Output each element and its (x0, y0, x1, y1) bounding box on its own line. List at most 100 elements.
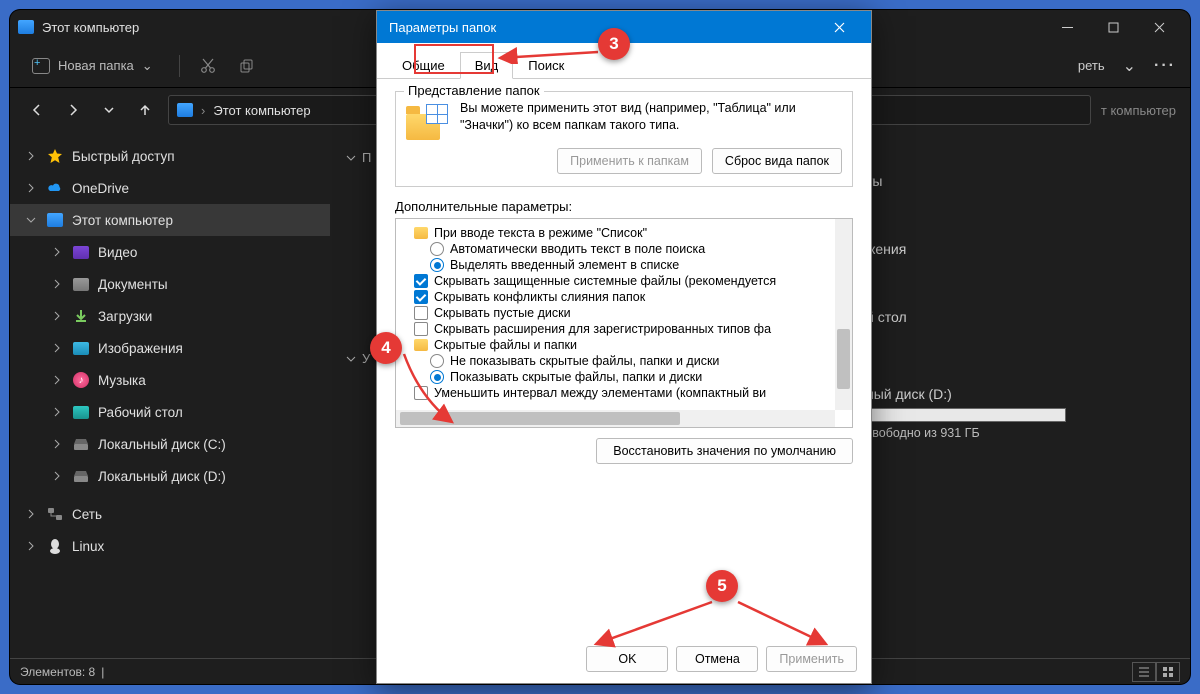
horizontal-scrollbar[interactable] (396, 410, 835, 427)
radio[interactable] (430, 242, 444, 256)
sidebar-item-documents[interactable]: Документы (10, 268, 330, 300)
dialog-body: Представление папок Вы можете применить … (377, 79, 871, 476)
new-folder-button[interactable]: Новая папка ⌄ (24, 54, 161, 78)
tree-item-label: Скрывать конфликты слияния папок (434, 290, 645, 304)
tab-general[interactable]: Общие (387, 52, 460, 79)
nav-history-button[interactable] (96, 97, 122, 123)
checkbox[interactable] (414, 306, 428, 320)
sidebar-label: Локальный диск (C:) (98, 437, 226, 452)
nav-back-button[interactable] (24, 97, 50, 123)
pc-icon (47, 213, 63, 227)
radio[interactable] (430, 370, 444, 384)
sidebar-item-music[interactable]: ♪ Музыка (10, 364, 330, 396)
callout-5: 5 (706, 570, 738, 602)
sidebar-item-drive-c[interactable]: Локальный диск (C:) (10, 428, 330, 460)
sidebar-item-quickaccess[interactable]: Быстрый доступ (10, 140, 330, 172)
checkbox[interactable] (414, 322, 428, 336)
maximize-button[interactable] (1090, 11, 1136, 43)
sidebar-label: Видео (98, 245, 137, 260)
tree-item-label: Скрывать расширения для зарегистрированн… (434, 322, 771, 336)
sidebar-label: Рабочий стол (98, 405, 183, 420)
nav-forward-button[interactable] (60, 97, 86, 123)
folder-views-group: Представление папок Вы можете применить … (395, 91, 853, 187)
restore-defaults-button[interactable]: Восстановить значения по умолчанию (596, 438, 853, 464)
view-icons-button[interactable] (1156, 662, 1180, 682)
sidebar-item-pictures[interactable]: Изображения (10, 332, 330, 364)
pc-icon (177, 103, 193, 117)
tree-item-label: При вводе текста в режиме "Список" (434, 226, 647, 240)
tree-item-label: Скрывать пустые диски (434, 306, 571, 320)
tree-item[interactable]: Скрывать защищенные системные файлы (рек… (400, 273, 848, 289)
folder-views-text: Вы можете применить этот вид (например, … (460, 100, 842, 134)
checkbox[interactable] (414, 386, 428, 400)
search-placeholder-partial[interactable]: т компьютер (1101, 103, 1176, 118)
sidebar-item-thispc[interactable]: Этот компьютер (10, 204, 330, 236)
checkbox[interactable] (414, 290, 428, 304)
sidebar-item-linux[interactable]: Linux (10, 530, 330, 562)
sidebar-item-drive-d[interactable]: Локальный диск (D:) (10, 460, 330, 492)
tree-item[interactable]: Показывать скрытые файлы, папки и диски (400, 369, 848, 385)
tree-item[interactable]: Автоматически вводить текст в поле поиск… (400, 241, 848, 257)
linux-icon (46, 538, 64, 554)
view-label-partial[interactable]: реть (1078, 58, 1105, 73)
window-title: Этот компьютер (42, 20, 139, 35)
tree-item-label: Не показывать скрытые файлы, папки и дис… (450, 354, 719, 368)
desktop-icon (73, 406, 89, 419)
item-count: Элементов: 8 (20, 665, 95, 679)
radio[interactable] (430, 354, 444, 368)
cloud-icon (46, 180, 64, 196)
tree-item[interactable]: Выделять введенный элемент в списке (400, 257, 848, 273)
sidebar-label: Linux (72, 539, 104, 554)
sidebar-label: Сеть (72, 507, 102, 522)
chevron-down-icon: ⌄ (142, 58, 153, 74)
tree-item[interactable]: Уменьшить интервал между элементами (ком… (400, 385, 848, 401)
new-folder-icon (32, 58, 50, 74)
apply-to-folders-button[interactable]: Применить к папкам (557, 148, 702, 174)
tree-item[interactable]: Скрытые файлы и папки (400, 337, 848, 353)
tree-item-label: Уменьшить интервал между элементами (ком… (434, 386, 766, 400)
dialog-title: Параметры папок (389, 20, 496, 35)
tab-view[interactable]: Вид (460, 52, 514, 79)
checkbox[interactable] (414, 274, 428, 288)
advanced-label: Дополнительные параметры: (395, 199, 853, 214)
cut-icon[interactable] (198, 56, 218, 76)
sidebar-item-network[interactable]: Сеть (10, 498, 330, 530)
vertical-scrollbar[interactable] (835, 219, 852, 410)
reset-folders-button[interactable]: Сброс вида папок (712, 148, 842, 174)
advanced-settings-tree[interactable]: При вводе текста в режиме "Список"Автома… (395, 218, 853, 428)
more-button[interactable]: ··· (1154, 57, 1176, 75)
tab-search[interactable]: Поиск (513, 52, 579, 79)
tree-item[interactable]: Не показывать скрытые файлы, папки и дис… (400, 353, 848, 369)
ok-button[interactable]: OK (586, 646, 668, 672)
download-icon (72, 308, 90, 324)
cancel-button[interactable]: Отмена (676, 646, 758, 672)
apply-button[interactable]: Применить (766, 646, 857, 672)
new-folder-label: Новая папка (58, 58, 134, 73)
folder-icon[interactable] (414, 339, 428, 351)
tree-item[interactable]: Скрывать конфликты слияния папок (400, 289, 848, 305)
sidebar-item-downloads[interactable]: Загрузки (10, 300, 330, 332)
sidebar-item-onedrive[interactable]: OneDrive (10, 172, 330, 204)
tree-item[interactable]: Скрывать расширения для зарегистрированн… (400, 321, 848, 337)
sidebar-label: Быстрый доступ (72, 149, 175, 164)
copy-icon[interactable] (236, 56, 256, 76)
radio[interactable] (430, 258, 444, 272)
sidebar-label: Загрузки (98, 309, 152, 324)
sidebar-label: Локальный диск (D:) (98, 469, 226, 484)
sidebar: Быстрый доступ OneDrive Этот компьютер В… (10, 132, 330, 658)
sidebar-label: Этот компьютер (72, 213, 173, 228)
tree-item[interactable]: При вводе текста в режиме "Список" (400, 225, 848, 241)
nav-up-button[interactable] (132, 97, 158, 123)
view-details-button[interactable] (1132, 662, 1156, 682)
music-icon: ♪ (73, 372, 89, 388)
minimize-button[interactable] (1044, 11, 1090, 43)
sidebar-label: Изображения (98, 341, 183, 356)
sidebar-item-video[interactable]: Видео (10, 236, 330, 268)
group-legend: Представление папок (404, 83, 544, 98)
folder-icon[interactable] (414, 227, 428, 239)
dialog-footer: OK Отмена Применить (377, 635, 871, 683)
sidebar-item-desktop[interactable]: Рабочий стол (10, 396, 330, 428)
close-button[interactable] (1136, 11, 1182, 43)
tree-item[interactable]: Скрывать пустые диски (400, 305, 848, 321)
close-button[interactable] (819, 11, 859, 43)
